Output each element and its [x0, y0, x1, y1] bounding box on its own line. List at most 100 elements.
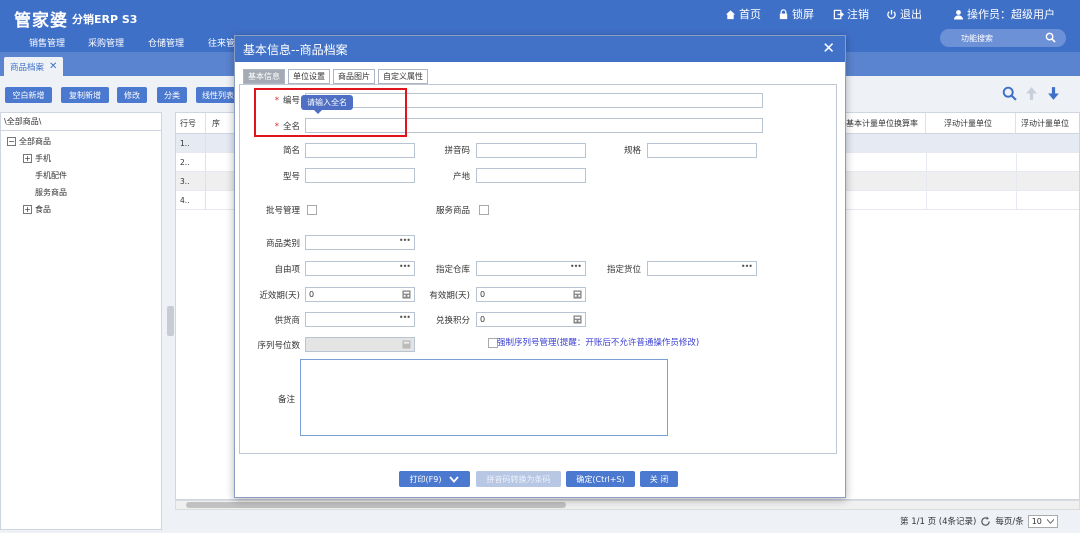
category-button[interactable]: 分类 — [157, 87, 187, 103]
copy-add-button[interactable]: 复制新增 — [61, 87, 109, 103]
refresh-icon[interactable] — [980, 516, 991, 527]
location-field[interactable]: ••• — [647, 261, 757, 276]
power-icon — [887, 9, 896, 19]
ellipsis-icon[interactable]: ••• — [399, 236, 411, 247]
dialog-tabs: 基本信息 单位设置 商品图片 自定义属性 — [243, 69, 428, 84]
print-button-label: 打印(F9) — [409, 474, 442, 484]
user-icon — [953, 9, 964, 20]
chevron-down-icon[interactable] — [449, 475, 460, 483]
menu-sales[interactable]: 销售管理 — [29, 36, 65, 49]
tab-custom-attributes[interactable]: 自定义属性 — [378, 69, 428, 84]
tab-unit-settings[interactable]: 单位设置 — [288, 69, 330, 84]
menu-accounts[interactable]: 往来管 — [208, 36, 235, 49]
function-search[interactable]: 功能搜索 — [940, 29, 1066, 47]
tree-node-label: 服务商品 — [35, 188, 67, 197]
expand-icon[interactable]: + — [23, 205, 32, 214]
pinyin-field[interactable] — [476, 143, 586, 158]
category-tree: \全部商品\ − 全部商品 + 手机 手机配件 服务商品 + 食品 — [0, 112, 162, 530]
lock-screen-label: 锁屏 — [792, 8, 814, 21]
tree-node-phone[interactable]: + 手机 — [1, 150, 161, 167]
calculator-icon[interactable] — [573, 290, 582, 299]
search-icon[interactable] — [1002, 86, 1017, 101]
free-item-label: 自由项 — [274, 265, 300, 275]
model-field[interactable] — [305, 168, 415, 183]
operator-label: 操作员：超级用户 — [967, 8, 1055, 21]
batch-checkbox[interactable] — [307, 205, 317, 215]
service-checkbox[interactable] — [479, 205, 489, 215]
panel-collapse-handle[interactable] — [167, 306, 174, 336]
tree-node-phone-accessories[interactable]: 手机配件 — [1, 167, 161, 184]
print-button[interactable]: 打印(F9) — [399, 471, 470, 487]
column-header-float-unit-2[interactable]: 浮动计量单位 — [1016, 113, 1079, 134]
tab-product-images[interactable]: 商品图片 — [333, 69, 375, 84]
points-field[interactable]: 0 — [476, 312, 586, 327]
tree-node-label: 手机配件 — [35, 171, 67, 180]
spec-label: 规格 — [623, 146, 641, 156]
tree-node-all[interactable]: − 全部商品 — [1, 133, 161, 150]
collapse-icon[interactable]: − — [7, 137, 16, 146]
confirm-button[interactable]: 确定(Ctrl+S) — [566, 471, 635, 487]
expiry-field[interactable]: 0 — [476, 287, 586, 302]
shortname-field[interactable] — [305, 143, 415, 158]
edit-button[interactable]: 修改 — [117, 87, 147, 103]
grid-tools — [1002, 86, 1061, 101]
pinyin-label: 拼音码 — [444, 146, 470, 156]
linear-list-button[interactable]: 线性列表 — [196, 87, 236, 103]
pager-info: 第 1/1 页 (4条记录) — [900, 517, 977, 527]
ellipsis-icon[interactable]: ••• — [399, 262, 411, 273]
home-link[interactable]: 首页 — [725, 6, 761, 22]
remark-label: 备注 — [277, 395, 295, 405]
ellipsis-icon[interactable]: ••• — [741, 262, 753, 273]
lock-screen-link[interactable]: 锁屏 — [778, 6, 814, 22]
shortname-label: 简名 — [282, 146, 300, 156]
expiry-label: 有效期(天) — [429, 291, 470, 301]
category-label: 商品类别 — [265, 239, 300, 249]
exit-link[interactable]: 退出 — [886, 6, 922, 22]
per-page-value: 10 — [1031, 516, 1042, 526]
near-expiry-field[interactable]: 0 — [305, 287, 415, 302]
supplier-field[interactable]: ••• — [305, 312, 415, 327]
convert-barcode-button[interactable]: 拼音码转换为条码 — [476, 471, 561, 487]
close-button[interactable]: 关 闭 — [640, 471, 678, 487]
menu-purchase[interactable]: 采购管理 — [88, 36, 124, 49]
supplier-label: 供货商 — [274, 316, 300, 326]
remark-textarea[interactable] — [300, 359, 668, 436]
serial-digits-field[interactable] — [305, 337, 415, 352]
tab-basic-info[interactable]: 基本信息 — [243, 69, 285, 84]
arrow-down-icon[interactable] — [1046, 86, 1061, 101]
menu-warehouse[interactable]: 仓储管理 — [148, 36, 184, 49]
column-header-float-unit[interactable]: 浮动计量单位 — [926, 113, 1016, 134]
dialog-titlebar[interactable]: 基本信息--商品档案 ✕ — [235, 36, 845, 62]
forced-serial-label: 强制序列号管理(提醒：开账后不允许普通操作员修改) — [497, 338, 700, 348]
column-header-unit-rate[interactable]: 基本计量单位换算率 — [844, 113, 926, 134]
horizontal-scrollbar[interactable] — [175, 500, 1080, 510]
category-field[interactable]: ••• — [305, 235, 415, 250]
model-label: 型号 — [282, 172, 300, 182]
arrow-up-icon[interactable] — [1024, 86, 1039, 101]
expand-icon[interactable]: + — [23, 154, 32, 163]
free-item-field[interactable]: ••• — [305, 261, 415, 276]
column-header-row-number[interactable]: 行号 — [176, 113, 206, 134]
tab-product-archive[interactable]: 商品档案 ✕ — [4, 57, 64, 76]
lock-icon — [779, 8, 788, 19]
close-icon[interactable]: ✕ — [49, 61, 57, 72]
calculator-icon[interactable] — [573, 315, 582, 324]
spec-field[interactable] — [647, 143, 757, 158]
per-page-select[interactable]: 10 — [1027, 514, 1058, 528]
search-icon — [1045, 32, 1056, 43]
scrollbar-thumb[interactable] — [186, 502, 566, 508]
close-icon[interactable]: ✕ — [822, 41, 835, 56]
tree-node-food[interactable]: + 食品 — [1, 201, 161, 218]
tree-node-service[interactable]: 服务商品 — [1, 184, 161, 201]
tree-path: \全部商品\ — [1, 113, 161, 131]
calculator-icon — [402, 340, 411, 349]
warehouse-label: 指定仓库 — [435, 265, 470, 275]
pager: 第 1/1 页 (4条记录) 每页/条 10 — [900, 512, 1058, 530]
logout-link[interactable]: 注销 — [833, 6, 869, 22]
origin-field[interactable] — [476, 168, 586, 183]
tree-node-label: 手机 — [35, 154, 51, 163]
exit-label: 退出 — [900, 8, 922, 21]
ellipsis-icon[interactable]: ••• — [399, 313, 411, 324]
blank-add-button[interactable]: 空白新增 — [5, 87, 52, 103]
warehouse-field[interactable]: ••• — [476, 261, 586, 276]
